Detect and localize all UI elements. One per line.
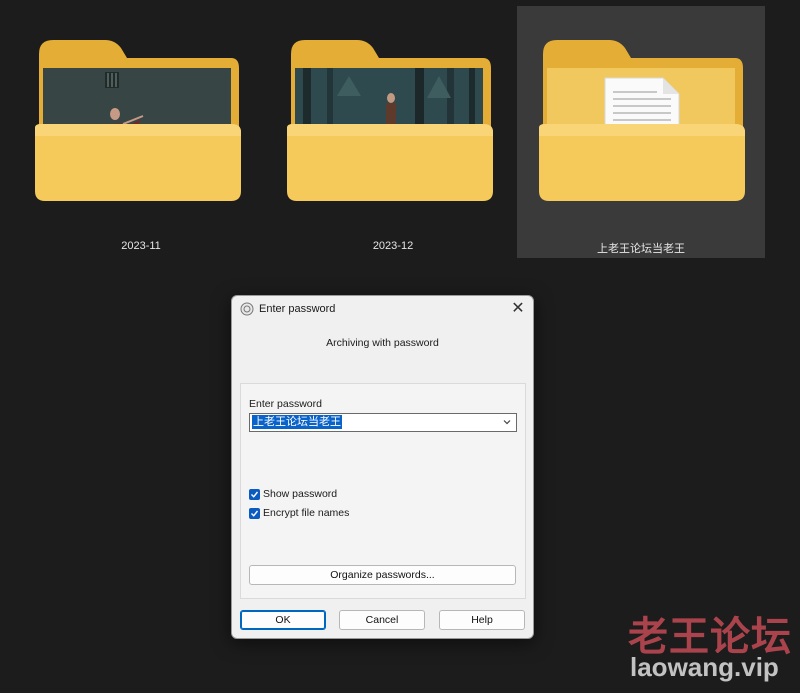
password-combobox[interactable]: 上老王论坛当老王: [249, 413, 517, 432]
help-button[interactable]: Help: [439, 610, 525, 630]
dialog-subtitle: Archiving with password: [326, 337, 439, 349]
password-group: Enter password 上老王论坛当老王 Show password En…: [240, 383, 526, 599]
folder-label: 2023-12: [372, 240, 414, 252]
folder-photo-icon: [287, 36, 493, 201]
organize-passwords-button[interactable]: Organize passwords...: [249, 565, 516, 585]
password-value[interactable]: 上老王论坛当老王: [252, 415, 342, 429]
show-password-checkbox[interactable]: Show password: [249, 488, 337, 500]
folder-item-2023-12[interactable]: 2023-12: [269, 6, 517, 258]
folder-label: 上老王论坛当老王: [597, 243, 685, 255]
folder-photo-icon: [35, 36, 241, 201]
ok-button[interactable]: OK: [240, 610, 326, 630]
close-icon[interactable]: ✕: [507, 298, 529, 320]
winrar-app-icon: [240, 302, 254, 316]
enter-password-dialog: Enter password ✕ Archiving with password…: [231, 295, 534, 639]
enter-password-label: Enter password: [249, 398, 322, 410]
show-password-label: Show password: [263, 488, 338, 500]
watermark-url: laowang.vip: [630, 652, 779, 682]
cancel-button[interactable]: Cancel: [339, 610, 425, 630]
folder-item-selected[interactable]: 上老王论坛当老王: [517, 6, 765, 258]
dialog-titlebar[interactable]: Enter password ✕: [232, 296, 533, 322]
folder-document-icon: [539, 36, 745, 201]
encrypt-file-names-checkbox[interactable]: Encrypt file names: [249, 507, 349, 519]
folder-item-2023-11[interactable]: 2023-11: [17, 6, 265, 258]
checkbox-checked-icon[interactable]: [249, 507, 260, 519]
dialog-title: Enter password: [259, 303, 336, 315]
chevron-down-icon[interactable]: [501, 416, 513, 428]
encrypt-file-names-label: Encrypt file names: [263, 507, 350, 519]
checkbox-checked-icon[interactable]: [249, 488, 260, 500]
folder-label: 2023-11: [121, 240, 161, 252]
